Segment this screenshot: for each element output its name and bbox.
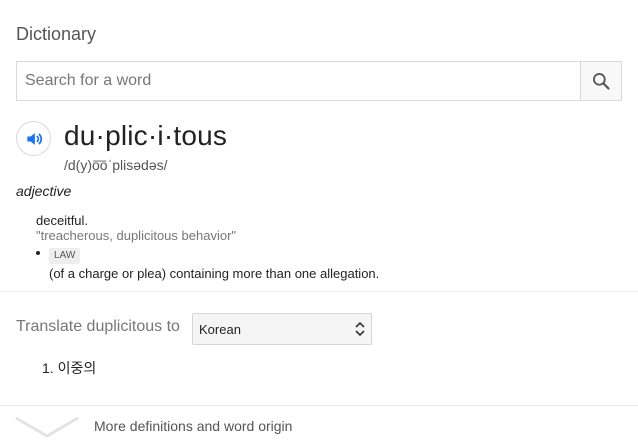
list-bullet — [36, 251, 40, 255]
result-text: 이중의 — [57, 360, 97, 376]
part-of-speech: adjective — [16, 183, 72, 199]
selected-language: Korean — [199, 321, 241, 337]
definition-2: (of a charge or plea) containing more th… — [49, 266, 380, 281]
search-input[interactable] — [17, 62, 580, 100]
divider — [0, 291, 638, 292]
translate-label: Translate duplicitous to — [16, 318, 180, 335]
more-definitions-link[interactable]: More definitions and word origin — [94, 418, 292, 434]
translation-result: 1. 이중의 — [42, 358, 96, 378]
search-bar — [16, 61, 622, 101]
search-icon — [593, 73, 610, 90]
expand-button[interactable] — [14, 414, 80, 440]
chevron-down-icon — [15, 416, 79, 438]
phonetic-spelling: /d(y)o͞oˈplisədəs/ — [64, 157, 168, 173]
divider — [0, 405, 638, 406]
dictionary-card: Dictionary du·plic·i·tous /d(y)o͞oˈplisə… — [0, 0, 638, 446]
card-title: Dictionary — [16, 24, 97, 44]
result-number: 1. — [42, 360, 54, 376]
headword: du·plic·i·tous — [64, 120, 228, 151]
language-select[interactable]: Korean — [192, 313, 372, 345]
pronunciation-button[interactable] — [16, 121, 51, 156]
speaker-icon — [26, 132, 42, 145]
search-button[interactable] — [580, 62, 621, 100]
select-arrows-icon — [355, 322, 365, 336]
domain-tag: LAW — [49, 248, 81, 264]
definition-1: deceitful. — [36, 213, 89, 228]
example-1: "treacherous, duplicitous behavior" — [36, 228, 237, 243]
